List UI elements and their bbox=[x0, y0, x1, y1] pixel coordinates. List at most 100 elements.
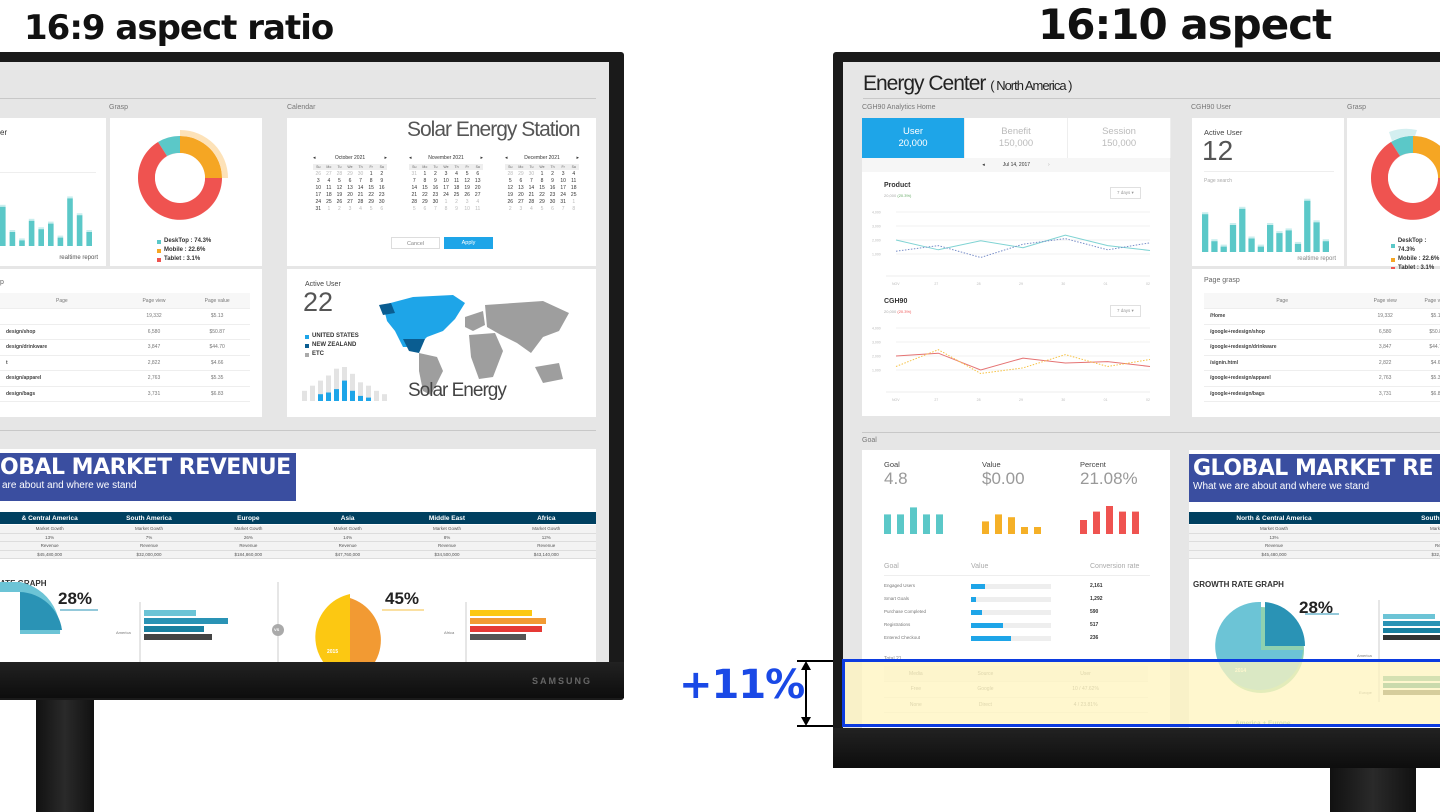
calendar-day[interactable]: 13 bbox=[345, 185, 356, 192]
calendar-day[interactable]: 19 bbox=[505, 192, 516, 199]
calendar-day[interactable]: 4 bbox=[568, 171, 579, 178]
calendar-day[interactable]: 10 bbox=[313, 185, 324, 192]
calendar-day[interactable]: 28 bbox=[409, 199, 420, 206]
calendar-day[interactable]: 28 bbox=[526, 199, 537, 206]
calendar-day[interactable]: 24 bbox=[558, 192, 569, 199]
calendar-day[interactable]: 26 bbox=[462, 192, 473, 199]
calendar-day[interactable]: 14 bbox=[409, 185, 420, 192]
calendar-day[interactable]: 15 bbox=[537, 185, 548, 192]
table-row[interactable]: design/apparel 2,763 $5.35 bbox=[0, 370, 250, 387]
calendar-day[interactable]: 4 bbox=[355, 206, 366, 213]
calendar-day[interactable]: 7 bbox=[430, 206, 441, 213]
calendar-day[interactable]: 11 bbox=[472, 206, 483, 213]
calendar-day[interactable]: 20 bbox=[516, 192, 527, 199]
calendar-day[interactable]: 7 bbox=[409, 178, 420, 185]
table-row[interactable]: design/shop 6,580 $50.87 bbox=[0, 324, 250, 340]
prev-date-icon[interactable]: ◂ bbox=[982, 162, 985, 168]
calendar-day[interactable]: 8 bbox=[568, 206, 579, 213]
calendar-day[interactable]: 4 bbox=[324, 178, 335, 185]
prev-month-icon[interactable]: ◂ bbox=[313, 155, 316, 161]
calendar-day[interactable]: 16 bbox=[376, 185, 387, 192]
calendar-day[interactable]: 8 bbox=[366, 178, 377, 185]
calendar-day[interactable]: 22 bbox=[420, 192, 431, 199]
calendar-day[interactable]: 2 bbox=[505, 206, 516, 213]
calendar-day[interactable]: 8 bbox=[537, 178, 548, 185]
calendar-day[interactable]: 1 bbox=[537, 171, 548, 178]
calendar-day[interactable]: 1 bbox=[568, 199, 579, 206]
calendar-day[interactable]: 2 bbox=[451, 199, 462, 206]
calendar-day[interactable]: 26 bbox=[313, 171, 324, 178]
calendar-day[interactable]: 9 bbox=[376, 178, 387, 185]
calendar-day[interactable]: 19 bbox=[462, 185, 473, 192]
calendar-day[interactable]: 20 bbox=[472, 185, 483, 192]
cancel-button[interactable]: Cancel bbox=[391, 237, 440, 249]
calendar-day[interactable]: 18 bbox=[324, 192, 335, 199]
calendar-day[interactable]: 2 bbox=[547, 171, 558, 178]
calendar-day[interactable]: 27 bbox=[516, 199, 527, 206]
calendar-day[interactable]: 30 bbox=[355, 171, 366, 178]
calendar-day[interactable]: 30 bbox=[430, 199, 441, 206]
calendar-day[interactable]: 30 bbox=[376, 199, 387, 206]
calendar-day[interactable]: 14 bbox=[526, 185, 537, 192]
calendar-day[interactable]: 10 bbox=[462, 206, 473, 213]
apply-button[interactable]: Apply bbox=[444, 237, 493, 249]
table-row[interactable]: design/drinkware 3,847 $44.70 bbox=[0, 339, 250, 356]
calendar-day[interactable]: 9 bbox=[547, 178, 558, 185]
tab-session[interactable]: Session 150,000 bbox=[1068, 118, 1171, 158]
calendar-day[interactable]: 21 bbox=[526, 192, 537, 199]
calendar-day[interactable]: 5 bbox=[366, 206, 377, 213]
calendar-day[interactable]: 5 bbox=[537, 206, 548, 213]
calendar-day[interactable]: 31 bbox=[558, 199, 569, 206]
calendar-day[interactable]: 8 bbox=[441, 206, 452, 213]
table-row[interactable]: /signin.html2,822$4.66 bbox=[1204, 355, 1440, 371]
calendar-day[interactable]: 13 bbox=[472, 178, 483, 185]
calendar-day[interactable]: 27 bbox=[345, 199, 356, 206]
calendar-day[interactable]: 1 bbox=[324, 206, 335, 213]
table-row[interactable]: /google+redesign/shop6,580$50.87 bbox=[1204, 324, 1440, 340]
calendar-day[interactable]: 17 bbox=[441, 185, 452, 192]
calendar-day[interactable]: 15 bbox=[420, 185, 431, 192]
table-row[interactable]: /Home19,332$5.13 bbox=[1204, 308, 1440, 325]
calendar-day[interactable]: 12 bbox=[505, 185, 516, 192]
calendar-day[interactable]: 29 bbox=[537, 199, 548, 206]
calendar-day[interactable]: 3 bbox=[313, 178, 324, 185]
calendar-day[interactable]: 26 bbox=[334, 199, 345, 206]
calendar-day[interactable]: 2 bbox=[334, 206, 345, 213]
calendar-day[interactable]: 7 bbox=[526, 178, 537, 185]
calendar-day[interactable]: 12 bbox=[462, 178, 473, 185]
calendar-day[interactable]: 6 bbox=[376, 206, 387, 213]
calendar-day[interactable]: 24 bbox=[441, 192, 452, 199]
calendar-day[interactable]: 3 bbox=[516, 206, 527, 213]
calendar-day[interactable]: 27 bbox=[472, 192, 483, 199]
calendar-day[interactable]: 13 bbox=[516, 185, 527, 192]
next-month-icon[interactable]: ▸ bbox=[576, 155, 579, 161]
calendar-day[interactable]: 23 bbox=[376, 192, 387, 199]
calendar-day[interactable]: 27 bbox=[324, 171, 335, 178]
calendar-day[interactable]: 22 bbox=[366, 192, 377, 199]
calendar-day[interactable]: 28 bbox=[334, 171, 345, 178]
calendar-day[interactable]: 3 bbox=[345, 206, 356, 213]
calendar-day[interactable]: 5 bbox=[505, 178, 516, 185]
calendar-day[interactable]: 5 bbox=[334, 178, 345, 185]
calendar-day[interactable]: 5 bbox=[462, 171, 473, 178]
calendar-day[interactable]: 18 bbox=[451, 185, 462, 192]
calendar-day[interactable]: 21 bbox=[355, 192, 366, 199]
calendar-day[interactable]: 9 bbox=[451, 206, 462, 213]
calendar-day[interactable]: 25 bbox=[568, 192, 579, 199]
calendar-day[interactable]: 6 bbox=[420, 206, 431, 213]
next-date-icon[interactable]: › bbox=[1048, 162, 1050, 168]
calendar-day[interactable]: 1 bbox=[420, 171, 431, 178]
calendar-day[interactable]: 12 bbox=[334, 185, 345, 192]
table-row[interactable]: /google+redesign/drinkware3,847$44.70 bbox=[1204, 339, 1440, 356]
next-month-icon[interactable]: ▸ bbox=[384, 155, 387, 161]
table-row[interactable]: design/bags 3,731 $6.83 bbox=[0, 386, 250, 402]
calendar-day[interactable]: 30 bbox=[526, 171, 537, 178]
calendar-day[interactable]: 22 bbox=[537, 192, 548, 199]
calendar-day[interactable]: 4 bbox=[472, 199, 483, 206]
calendar-day[interactable]: 16 bbox=[430, 185, 441, 192]
calendar-day[interactable]: 23 bbox=[430, 192, 441, 199]
calendar-day[interactable]: 29 bbox=[345, 171, 356, 178]
calendar-day[interactable]: 11 bbox=[568, 178, 579, 185]
table-row[interactable]: 19,332 $5.13 bbox=[0, 308, 250, 325]
calendar-day[interactable]: 28 bbox=[505, 171, 516, 178]
